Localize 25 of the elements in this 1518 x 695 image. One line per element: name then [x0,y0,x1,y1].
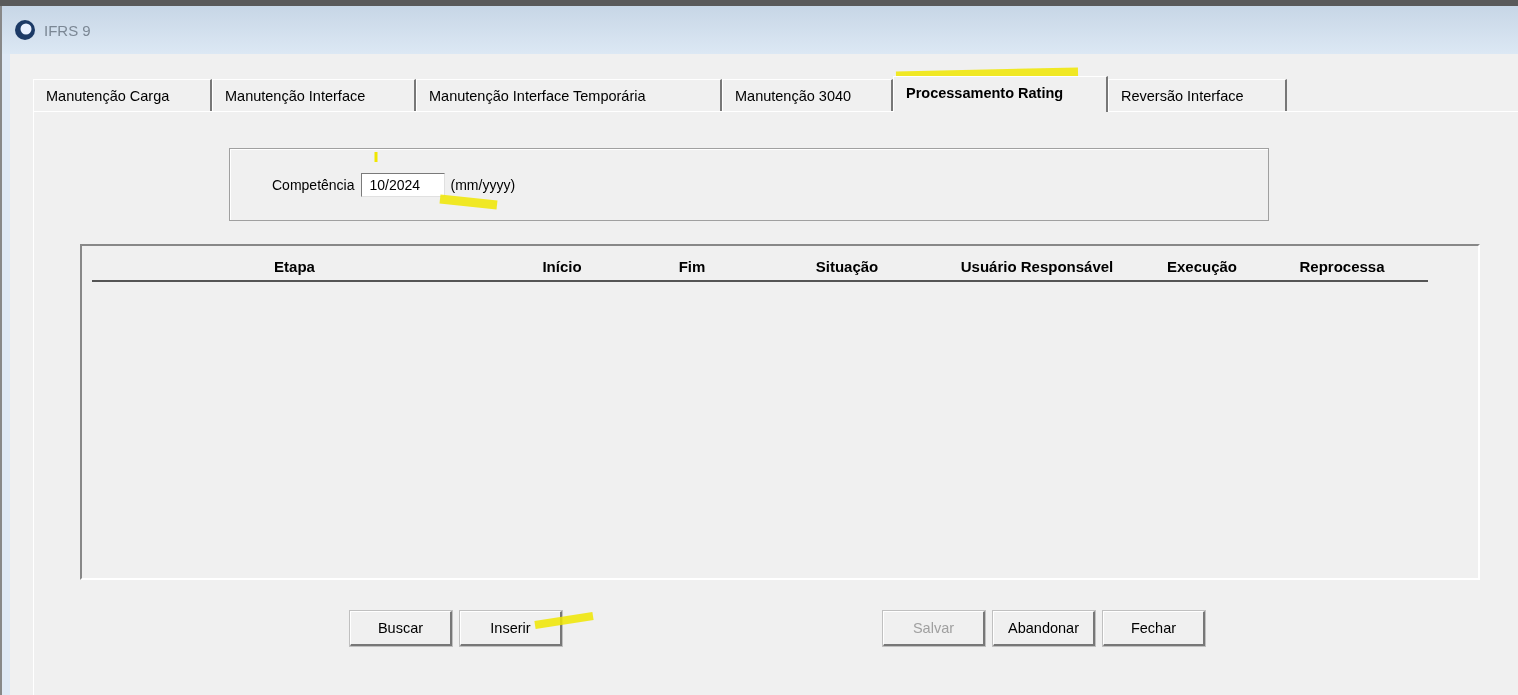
highlighter-stroke [534,612,594,629]
tab[interactable]: Processamento Rating [893,76,1108,112]
action-button[interactable]: Buscar [350,611,452,646]
date-field[interactable]: 10/2024 [360,172,445,197]
field-label: Competência [272,176,355,193]
column-header: Usuário Responsável [960,257,1114,275]
column-header: Execução [1166,257,1237,275]
column-header: Situação [815,257,879,275]
tab[interactable]: Manutenção 3040 [722,79,893,111]
column-header: Início [542,257,582,275]
highlighter-stroke [439,194,498,210]
format-hint: (mm/yyyy) [450,176,516,193]
action-button[interactable]: Inserir [460,611,562,646]
tab[interactable]: Manutenção Interface [212,79,416,111]
action-button[interactable]: Fechar [1103,611,1205,646]
tab[interactable]: Reversão Interface [1108,79,1287,111]
window-title: IFRS 9 [44,21,91,39]
highlighter-stroke [374,152,378,162]
app-logo-icon [14,19,36,41]
column-header: Etapa [274,257,315,275]
tab[interactable]: Manutenção Interface Temporária [416,79,722,111]
column-header: Fim [678,257,706,275]
action-button[interactable]: Abandonar [993,611,1095,646]
tab[interactable]: Manutenção Carga [33,79,212,111]
column-header: Reprocessa [1299,257,1385,275]
